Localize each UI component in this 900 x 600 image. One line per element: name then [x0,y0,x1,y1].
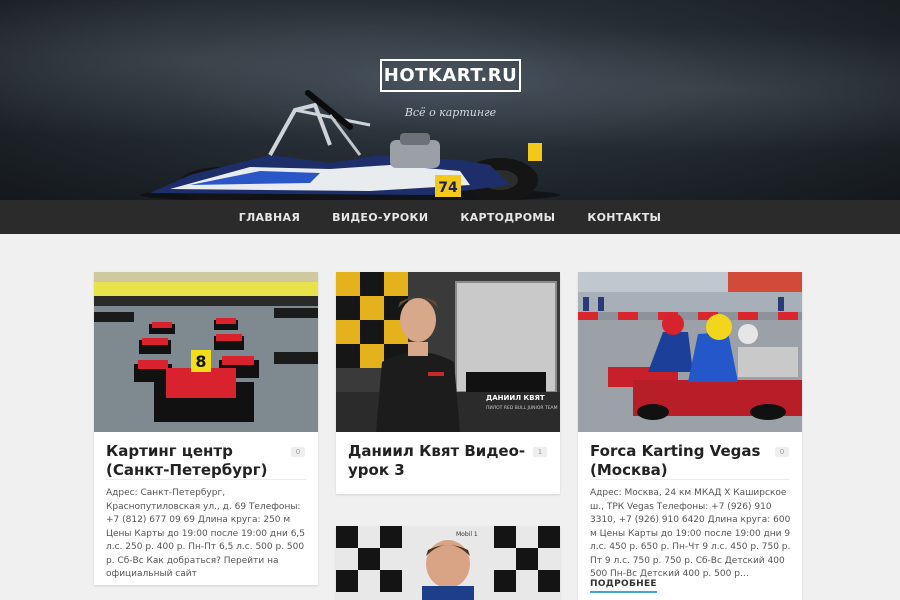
post-title[interactable]: Картинг центр (Санкт-Петербург) [106,442,286,480]
video-caption-name: ДАНИИЛ КВЯТ [486,394,545,402]
post-card: Mobil 1 [336,526,560,600]
site-logo[interactable]: HOTKART.RU [380,59,521,92]
nav-item-tracks[interactable]: Картодромы [460,211,555,224]
post-thumbnail[interactable]: 8 [94,272,318,432]
svg-text:8: 8 [195,352,206,371]
read-more-link[interactable]: Подробнее [590,579,657,593]
comment-count-badge[interactable]: 1 [533,447,547,457]
post-excerpt: Адрес: Москва, 24 км МКАД Х Каширское ш.… [590,488,791,579]
comment-count-badge[interactable]: 0 [291,447,305,457]
card-divider [106,479,306,480]
main-nav: Главная Видео-уроки Картодромы Контакты [0,200,900,234]
post-card: Forca Karting Vegas (Москва) 0 Адрес: Мо… [578,272,802,600]
site-tagline: Всё о картинге [404,106,497,119]
card-divider [590,479,790,480]
post-thumbnail[interactable] [578,272,802,432]
post-excerpt: Адрес: Санкт-Петербург, Краснопутиловска… [106,488,306,579]
nav-item-video-lessons[interactable]: Видео-уроки [332,211,428,224]
post-title[interactable]: Forca Karting Vegas (Москва) [590,442,770,480]
post-thumbnail[interactable]: Mobil 1 [336,526,560,600]
nav-item-home[interactable]: Главная [239,211,300,224]
site-header: 74 HOTKART.RU Всё о картинге [0,0,900,200]
sponsor-banner-text: Mobil 1 [456,531,478,538]
post-title[interactable]: Даниил Квят Видео-урок 3 [348,442,528,480]
post-card: 8 Картинг центр (Санкт-Петербург) 0 Адре… [94,272,318,585]
svg-text:74: 74 [438,180,458,196]
comment-count-badge[interactable]: 0 [775,447,789,457]
header-kart-image: 74 [140,90,560,200]
nav-item-contacts[interactable]: Контакты [587,211,661,224]
video-caption-subtitle: ПИЛОТ RED BULL JUNIOR TEAM [486,405,558,411]
post-thumbnail[interactable]: ДАНИИЛ КВЯТ ПИЛОТ RED BULL JUNIOR TEAM [336,272,560,432]
post-card: ДАНИИЛ КВЯТ ПИЛОТ RED BULL JUNIOR TEAM Д… [336,272,560,494]
